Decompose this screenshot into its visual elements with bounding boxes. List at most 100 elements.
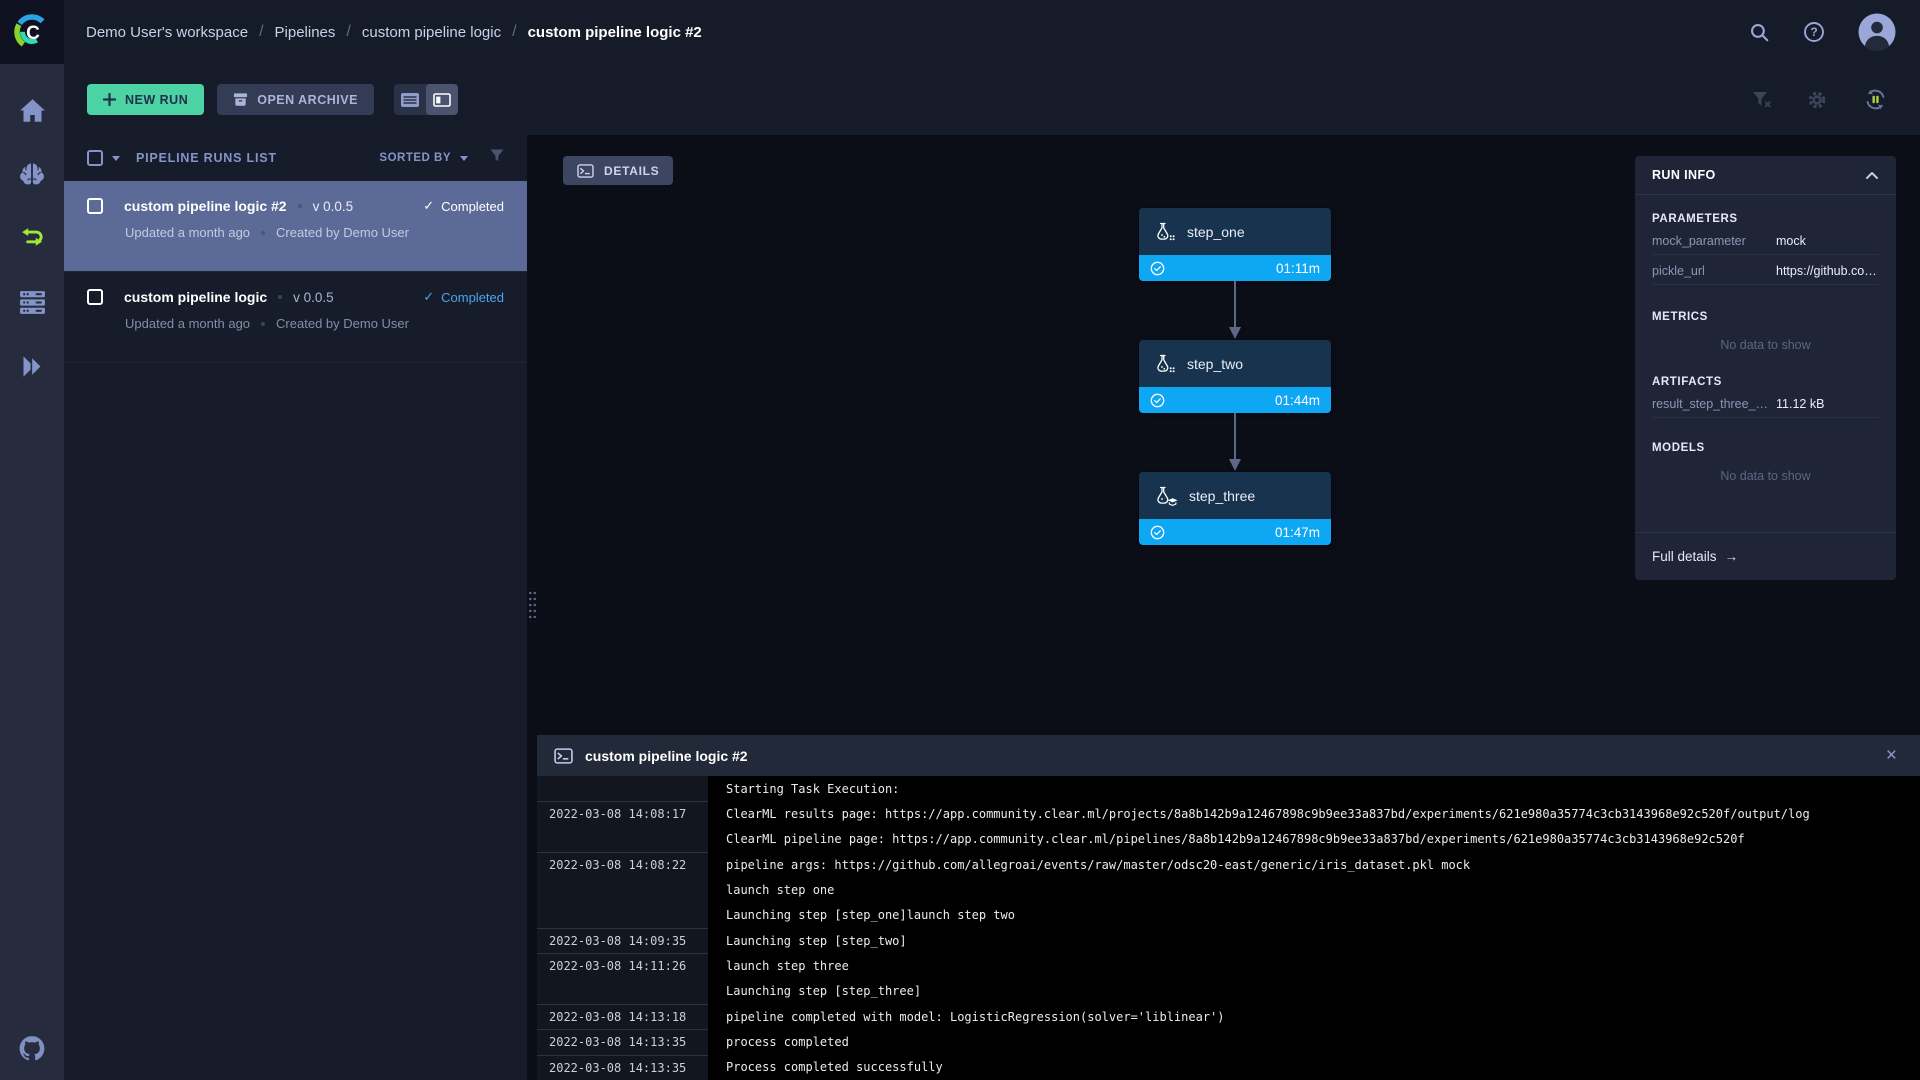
search-button[interactable] bbox=[1749, 22, 1770, 43]
datasets-icon bbox=[19, 290, 46, 315]
node-duration: 01:44m bbox=[1275, 393, 1320, 408]
auto-refresh-button[interactable] bbox=[1863, 87, 1888, 112]
sorted-by-caret-icon[interactable] bbox=[460, 156, 468, 161]
edge-step-one-to-two bbox=[1228, 281, 1242, 340]
open-archive-button[interactable]: OPEN ARCHIVE bbox=[217, 84, 374, 115]
run-version: v 0.0.5 bbox=[293, 290, 334, 305]
table-view-button[interactable] bbox=[394, 84, 426, 115]
select-all-caret-icon[interactable] bbox=[112, 156, 120, 161]
check-circle-icon bbox=[1150, 261, 1165, 276]
log-timestamp: 2022-03-08 14:08:22 bbox=[537, 852, 708, 877]
artifacts-section-label: ARTIFACTS bbox=[1652, 376, 1879, 388]
arrow-right-icon: → bbox=[1725, 549, 1739, 564]
log-timestamp: 2022-03-08 14:09:35 bbox=[537, 928, 708, 953]
filter-clear-icon bbox=[1752, 91, 1771, 108]
breadcrumb-separator: / bbox=[512, 23, 516, 41]
log-message: launch step three bbox=[708, 953, 1920, 978]
list-filter-button[interactable] bbox=[490, 149, 504, 167]
run-meta: Updated a month ago Created by Demo User bbox=[125, 225, 504, 240]
status-badge: ✓ Completed bbox=[423, 198, 504, 214]
top-bar: C Demo User's workspace / Pipelines / cu… bbox=[0, 0, 1920, 64]
run-list-item[interactable]: custom pipeline logic v 0.0.5 ✓ Complete… bbox=[64, 272, 527, 363]
split-view-icon bbox=[433, 93, 451, 107]
breadcrumb-workspace[interactable]: Demo User's workspace bbox=[86, 24, 248, 41]
full-details-label: Full details bbox=[1652, 549, 1717, 564]
sidebar-item-projects[interactable] bbox=[0, 154, 64, 194]
breadcrumb-pipelines[interactable]: Pipelines bbox=[275, 24, 336, 41]
artifact-key: result_step_three_… bbox=[1652, 397, 1776, 411]
log-message: pipeline completed with model: LogisticR… bbox=[708, 1004, 1920, 1029]
sidebar-item-reports[interactable] bbox=[0, 346, 64, 386]
log-timestamp bbox=[537, 903, 708, 928]
sidebar-item-pipelines-active[interactable] bbox=[0, 218, 64, 258]
pipeline-runs-panel: PIPELINE RUNS LIST SORTED BY custom pipe… bbox=[64, 135, 527, 1080]
gear-icon bbox=[1807, 90, 1827, 110]
parameters-section-label: PARAMETERS bbox=[1652, 213, 1879, 225]
run-list-item-selected[interactable]: custom pipeline logic #2 v 0.0.5 ✓ Compl… bbox=[64, 181, 527, 272]
log-timestamp bbox=[537, 979, 708, 1004]
table-view-icon bbox=[401, 93, 419, 107]
pipeline-node-step-two[interactable]: step_two 01:44m bbox=[1139, 340, 1331, 413]
status-label: Completed bbox=[441, 290, 504, 305]
clearml-logo-icon: C bbox=[12, 12, 52, 52]
sidebar-item-datasets[interactable] bbox=[0, 282, 64, 322]
clear-filters-button[interactable] bbox=[1752, 91, 1771, 108]
node-duration: 01:11m bbox=[1276, 261, 1320, 276]
log-timestamp: 2022-03-08 14:13:35 bbox=[537, 1029, 708, 1054]
archive-icon bbox=[233, 92, 248, 107]
node-name: step_two bbox=[1187, 356, 1243, 372]
sidebar-item-home[interactable] bbox=[0, 90, 64, 130]
console-log[interactable]: Starting Task Execution: 2022-03-08 14:0… bbox=[537, 776, 1920, 1080]
dot-separator bbox=[298, 204, 302, 208]
settings-button[interactable] bbox=[1807, 90, 1827, 110]
user-avatar[interactable] bbox=[1858, 13, 1896, 51]
parameter-value: mock bbox=[1776, 234, 1879, 248]
node-name: step_one bbox=[1187, 224, 1245, 240]
pipeline-node-step-three[interactable]: step_three 01:47m bbox=[1139, 472, 1331, 545]
parameter-key: pickle_url bbox=[1652, 264, 1776, 278]
terminal-icon bbox=[577, 164, 594, 178]
double-chevron-icon bbox=[19, 353, 46, 380]
breadcrumb-separator: / bbox=[346, 23, 350, 41]
new-run-button[interactable]: NEW RUN bbox=[87, 84, 204, 115]
experiment-icon bbox=[1152, 222, 1177, 242]
sidebar-item-github[interactable] bbox=[0, 1035, 64, 1062]
clearml-logo[interactable]: C bbox=[0, 0, 64, 64]
dot-separator bbox=[261, 231, 265, 235]
run-info-panel: RUN INFO PARAMETERS mock_parameter mock … bbox=[1635, 156, 1896, 580]
panel-resize-handle[interactable] bbox=[527, 588, 536, 622]
artifact-value: 11.12 kB bbox=[1776, 397, 1879, 411]
log-timestamp: 2022-03-08 14:08:17 bbox=[537, 801, 708, 826]
sorted-by-button[interactable]: SORTED BY bbox=[379, 152, 451, 164]
log-message: launch step one bbox=[708, 877, 1920, 902]
view-mode-toggle bbox=[394, 84, 458, 115]
help-icon: ? bbox=[1803, 21, 1825, 43]
run-version: v 0.0.5 bbox=[313, 199, 354, 214]
dot-separator bbox=[278, 295, 282, 299]
details-button[interactable]: DETAILS bbox=[563, 156, 673, 185]
metrics-section-label: METRICS bbox=[1652, 311, 1879, 323]
full-details-link[interactable]: Full details → bbox=[1635, 532, 1896, 580]
run-updated: Updated a month ago bbox=[125, 316, 250, 331]
run-checkbox[interactable] bbox=[87, 289, 103, 305]
log-timestamp bbox=[537, 877, 708, 902]
check-circle-icon bbox=[1150, 393, 1165, 408]
status-badge: ✓ Completed bbox=[423, 289, 504, 305]
run-meta: Updated a month ago Created by Demo User bbox=[125, 316, 504, 331]
select-all-checkbox[interactable] bbox=[87, 150, 103, 166]
parameter-value[interactable]: https://github.com… bbox=[1776, 264, 1879, 278]
github-icon bbox=[18, 1035, 46, 1062]
breadcrumb: Demo User's workspace / Pipelines / cust… bbox=[86, 23, 702, 41]
parameter-key: mock_parameter bbox=[1652, 234, 1776, 248]
pipeline-node-step-one[interactable]: step_one 01:11m bbox=[1139, 208, 1331, 281]
split-view-button[interactable] bbox=[426, 84, 458, 115]
chevron-up-icon bbox=[1865, 170, 1879, 180]
help-button[interactable]: ? bbox=[1803, 21, 1825, 43]
run-checkbox[interactable] bbox=[87, 198, 103, 214]
breadcrumb-pipeline-project[interactable]: custom pipeline logic bbox=[362, 24, 501, 41]
collapse-panel-button[interactable] bbox=[1865, 170, 1879, 180]
breadcrumb-current-run: custom pipeline logic #2 bbox=[528, 24, 702, 41]
runs-list-title: PIPELINE RUNS LIST bbox=[136, 151, 277, 165]
close-console-button[interactable]: × bbox=[1880, 744, 1903, 767]
run-updated: Updated a month ago bbox=[125, 225, 250, 240]
